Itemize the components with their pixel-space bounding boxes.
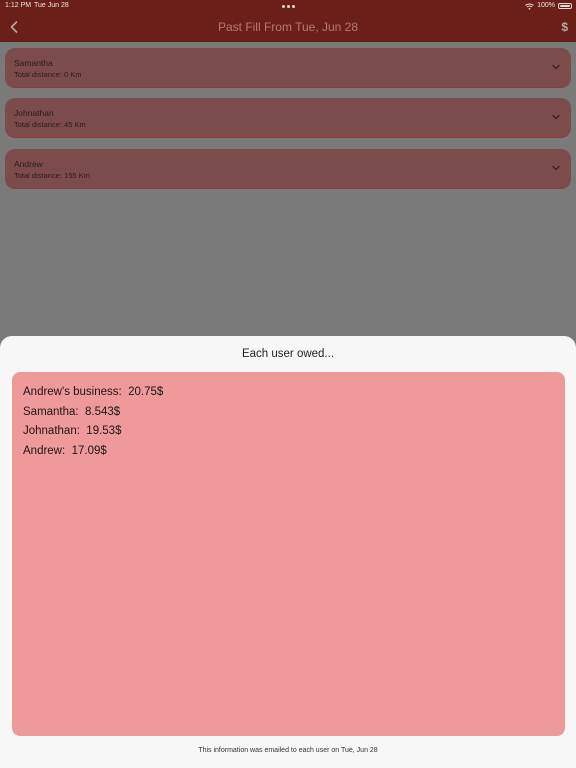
dollar-button[interactable]: $ (561, 12, 568, 42)
battery-percent: 100% (537, 2, 555, 9)
owed-summary-sheet: Each user owed... Andrew's business: 20.… (0, 336, 576, 768)
chevron-down-icon[interactable] (551, 63, 561, 71)
page-title: Past Fill From Tue, Jun 28 (217, 20, 359, 34)
navigation-bar: Past Fill From Tue, Jun 28 $ (0, 12, 576, 42)
wifi-icon (525, 3, 534, 10)
email-notice: This information was emailed to each use… (198, 747, 378, 754)
owed-line-johnathan: Johnathan: 19.53$ (23, 425, 122, 437)
owed-line-andrews-business: Andrew's business: 20.75$ (23, 386, 164, 398)
owed-line-samantha: Samantha: 8.543$ (23, 405, 121, 418)
user-distance: Total distance: 0 Km (14, 70, 82, 79)
user-name: Samantha (14, 58, 53, 68)
sheet-title: Each user owed... (241, 348, 335, 360)
status-date: Tue Jun 28 (34, 2, 69, 9)
user-card-johnathan[interactable]: Johnathan Total distance: 45 Km (5, 98, 571, 138)
user-distance: Total distance: 155 Km (14, 171, 90, 180)
user-name: Andrew (14, 159, 43, 169)
battery-icon (558, 3, 572, 9)
multitasking-dots-icon[interactable] (282, 5, 295, 8)
owed-amounts-box: Andrew's business: 20.75$ Samantha: 8.54… (12, 372, 565, 736)
owed-line-andrew: Andrew: 17.09$ (23, 444, 107, 457)
status-indicators: 100% (525, 0, 572, 12)
user-card-samantha[interactable]: Samantha Total distance: 0 Km (5, 48, 571, 88)
status-bar: 1:12 PM Tue Jun 28 100% (0, 0, 576, 12)
user-card-andrew[interactable]: Andrew Total distance: 155 Km (5, 149, 571, 189)
user-name: Johnathan (14, 108, 54, 118)
status-time: 1:12 PM (5, 2, 32, 9)
chevron-down-icon[interactable] (551, 164, 561, 172)
user-distance: Total distance: 45 Km (14, 120, 86, 129)
owed-list: Andrew's business: 20.75$ Samantha: 8.54… (23, 383, 163, 461)
chevron-down-icon[interactable] (551, 113, 561, 121)
